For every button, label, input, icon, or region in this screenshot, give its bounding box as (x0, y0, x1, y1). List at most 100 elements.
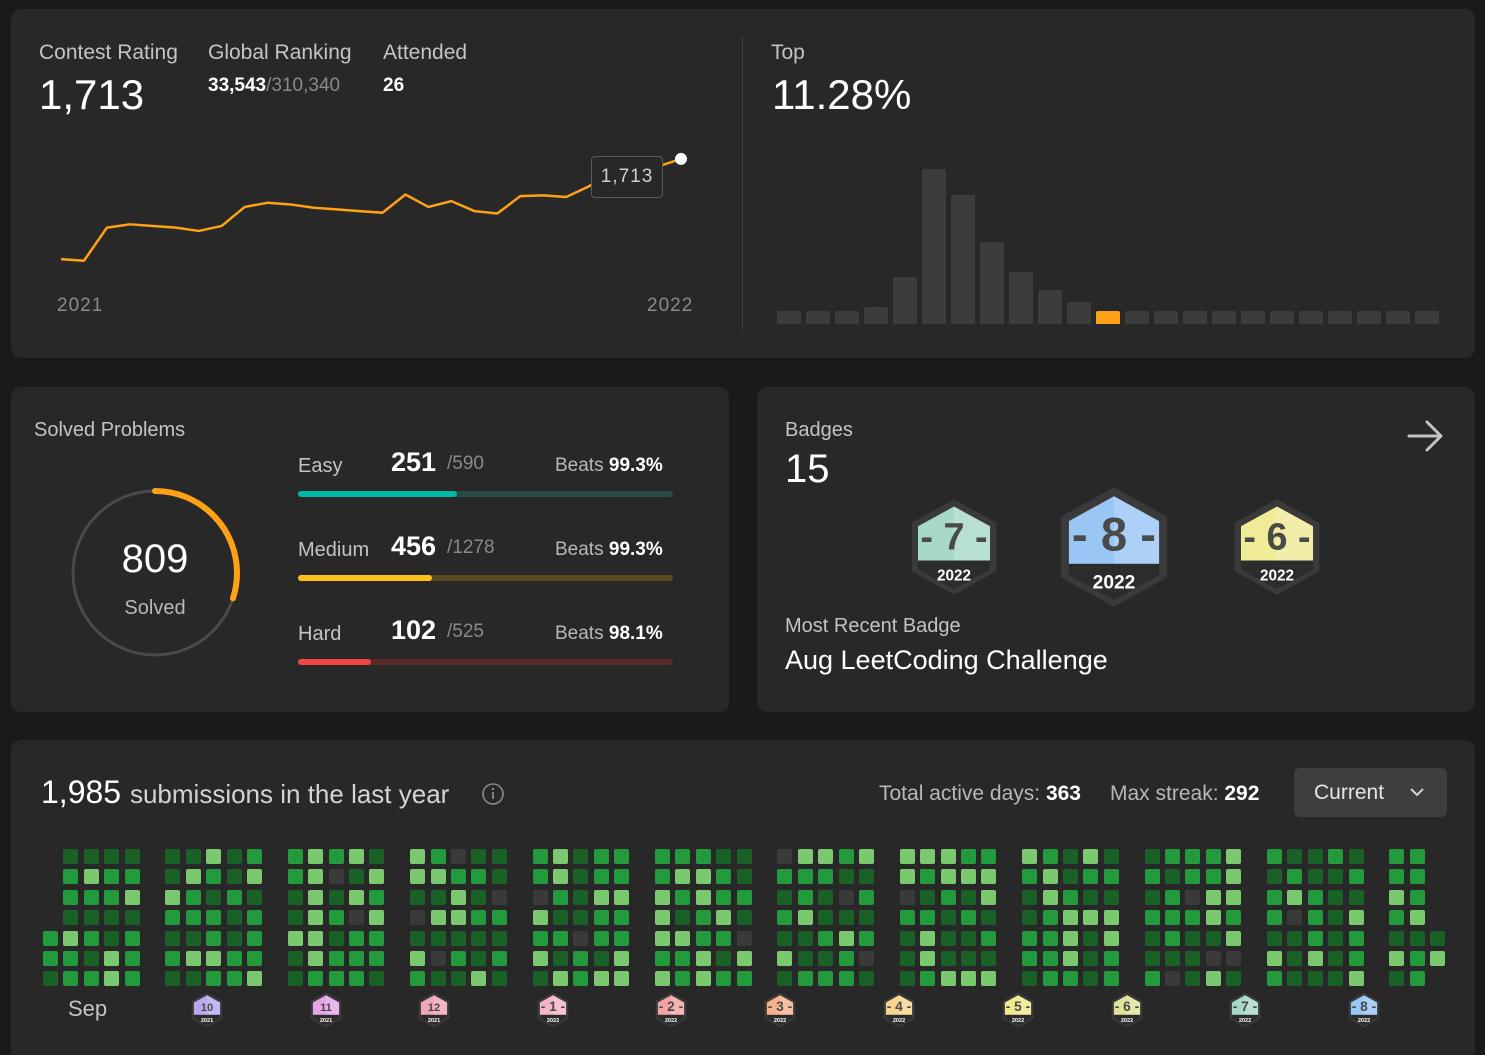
heatmap-cell[interactable] (553, 930, 568, 946)
heatmap-cell[interactable] (553, 910, 568, 926)
heatmap-cell[interactable] (695, 869, 711, 885)
heatmap-cell[interactable] (1083, 889, 1099, 905)
heatmap-cell[interactable] (410, 930, 426, 946)
heatmap-cell[interactable] (1389, 971, 1405, 987)
heatmap-cell[interactable] (369, 849, 385, 864)
heatmap-cell[interactable] (1063, 869, 1078, 885)
distribution-bar[interactable] (1096, 311, 1120, 324)
heatmap-cell[interactable] (1287, 869, 1303, 885)
heatmap-cell[interactable] (838, 951, 854, 966)
heatmap-cell[interactable] (1226, 849, 1242, 864)
heatmap-cell[interactable] (614, 930, 630, 946)
heatmap-cell[interactable] (369, 930, 385, 946)
heatmap-cell[interactable] (369, 910, 385, 926)
heatmap-cell[interactable] (1267, 869, 1282, 885)
heatmap-cell[interactable] (532, 910, 548, 926)
heatmap-cell[interactable] (1185, 930, 1201, 946)
heatmap-cell[interactable] (1409, 910, 1425, 926)
month-badge-8-2022[interactable]: - 8 - 2022 (1347, 992, 1381, 1028)
heatmap-cell[interactable] (1083, 869, 1099, 885)
heatmap-cell[interactable] (716, 910, 732, 926)
heatmap-cell[interactable] (818, 951, 834, 966)
heatmap-cell[interactable] (797, 930, 813, 946)
heatmap-cell[interactable] (165, 951, 181, 966)
heatmap-cell[interactable] (471, 930, 487, 946)
distribution-bar[interactable] (893, 276, 917, 324)
distribution-bar[interactable] (1241, 311, 1265, 324)
heatmap-cell[interactable] (43, 951, 58, 966)
heatmap-cell[interactable] (185, 910, 201, 926)
heatmap-cell[interactable] (940, 889, 956, 905)
heatmap-cell[interactable] (1185, 849, 1201, 864)
heatmap-cell[interactable] (349, 869, 364, 885)
heatmap-cell[interactable] (206, 951, 222, 966)
heatmap-cell[interactable] (1165, 869, 1180, 885)
distribution-bar[interactable] (1212, 311, 1236, 324)
heatmap-cell[interactable] (471, 849, 487, 864)
heatmap-cell[interactable] (675, 971, 691, 987)
heatmap-cell[interactable] (859, 869, 874, 885)
heatmap-cell[interactable] (716, 971, 732, 987)
heatmap-cell[interactable] (573, 951, 589, 966)
heatmap-cell[interactable] (716, 930, 732, 946)
heatmap-cell[interactable] (1430, 930, 1446, 946)
heatmap-cell[interactable] (471, 971, 487, 987)
heatmap-cell[interactable] (63, 930, 79, 946)
heatmap-cell[interactable] (736, 869, 752, 885)
badge-7-2022[interactable]: - 7 - 2022 (909, 497, 999, 597)
heatmap-cell[interactable] (655, 951, 670, 966)
heatmap-cell[interactable] (206, 930, 222, 946)
heatmap-cell[interactable] (1165, 889, 1180, 905)
heatmap-cell[interactable] (1063, 930, 1078, 946)
heatmap-cell[interactable] (349, 910, 364, 926)
heatmap-cell[interactable] (716, 869, 732, 885)
heatmap-cell[interactable] (430, 849, 446, 864)
heatmap-cell[interactable] (981, 930, 997, 946)
heatmap-cell[interactable] (226, 951, 242, 966)
heatmap-cell[interactable] (1103, 951, 1119, 966)
heatmap-cell[interactable] (1389, 889, 1405, 905)
heatmap-cell[interactable] (1022, 910, 1038, 926)
heatmap-cell[interactable] (308, 910, 324, 926)
heatmap-cell[interactable] (287, 951, 303, 966)
heatmap-cell[interactable] (63, 869, 79, 885)
heatmap-cell[interactable] (940, 849, 956, 864)
heatmap-cell[interactable] (124, 930, 140, 946)
heatmap-cell[interactable] (185, 869, 201, 885)
month-badge-1-2022[interactable]: - 1 - 2022 (536, 992, 570, 1028)
heatmap-cell[interactable] (532, 930, 548, 946)
heatmap-cell[interactable] (1307, 889, 1323, 905)
heatmap-cell[interactable] (430, 951, 446, 966)
heatmap-cell[interactable] (695, 930, 711, 946)
heatmap-cell[interactable] (247, 889, 262, 905)
heatmap-cell[interactable] (553, 889, 568, 905)
heatmap-cell[interactable] (675, 869, 691, 885)
heatmap-cell[interactable] (797, 951, 813, 966)
heatmap-cell[interactable] (451, 951, 466, 966)
heatmap-cell[interactable] (675, 849, 691, 864)
heatmap-cell[interactable] (1267, 849, 1282, 864)
heatmap-cell[interactable] (1022, 971, 1038, 987)
heatmap-cell[interactable] (226, 971, 242, 987)
heatmap-cell[interactable] (1267, 951, 1282, 966)
heatmap-cell[interactable] (1307, 930, 1323, 946)
distribution-bar[interactable] (980, 242, 1004, 324)
heatmap-cell[interactable] (1267, 971, 1282, 987)
arrow-right-icon[interactable] (1407, 419, 1445, 453)
distribution-bar[interactable] (1357, 311, 1381, 324)
heatmap-cell[interactable] (736, 889, 752, 905)
heatmap-cell[interactable] (859, 889, 874, 905)
heatmap-cell[interactable] (1226, 869, 1242, 885)
heatmap-cell[interactable] (797, 971, 813, 987)
heatmap-cell[interactable] (1042, 951, 1058, 966)
heatmap-cell[interactable] (777, 971, 793, 987)
heatmap-cell[interactable] (1287, 951, 1303, 966)
heatmap-cell[interactable] (206, 910, 222, 926)
heatmap-cell[interactable] (1328, 930, 1344, 946)
heatmap-cell[interactable] (1328, 971, 1344, 987)
heatmap-cell[interactable] (1226, 971, 1242, 987)
heatmap-cell[interactable] (838, 869, 854, 885)
heatmap-cell[interactable] (961, 971, 976, 987)
heatmap-cell[interactable] (961, 849, 976, 864)
heatmap-cell[interactable] (308, 889, 324, 905)
